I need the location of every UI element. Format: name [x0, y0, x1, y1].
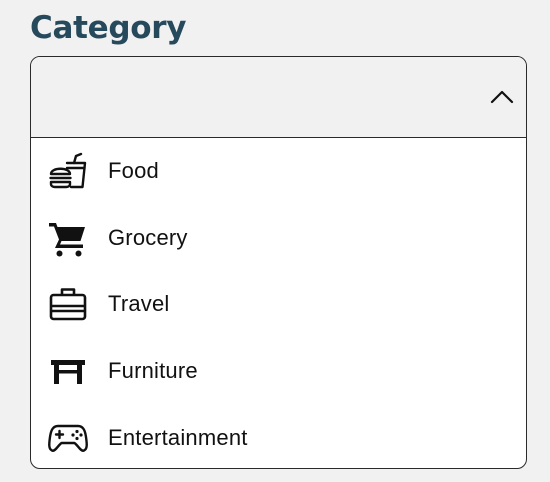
- gamepad-icon: [47, 417, 89, 459]
- option-label: Grocery: [108, 224, 188, 250]
- option-grocery[interactable]: Grocery: [31, 205, 526, 272]
- chevron-up-icon[interactable]: [490, 85, 514, 109]
- category-label: Category: [30, 10, 187, 46]
- option-furniture[interactable]: Furniture: [31, 338, 526, 405]
- briefcase-icon: [47, 283, 89, 325]
- option-label: Entertainment: [108, 424, 248, 450]
- option-label: Food: [108, 158, 159, 184]
- option-entertainment[interactable]: Entertainment: [31, 404, 526, 468]
- option-travel[interactable]: Travel: [31, 271, 526, 338]
- option-label: Furniture: [108, 358, 198, 384]
- food-icon: [47, 150, 89, 192]
- category-select-trigger[interactable]: [31, 57, 526, 138]
- category-select: Food Grocery Travel Furniture Entertainm…: [30, 56, 527, 469]
- option-label: Travel: [108, 291, 170, 317]
- shopping-cart-icon: [47, 217, 89, 259]
- table-icon: [47, 350, 89, 392]
- category-options-list: Food Grocery Travel Furniture Entertainm…: [31, 138, 526, 468]
- option-food[interactable]: Food: [31, 138, 526, 205]
